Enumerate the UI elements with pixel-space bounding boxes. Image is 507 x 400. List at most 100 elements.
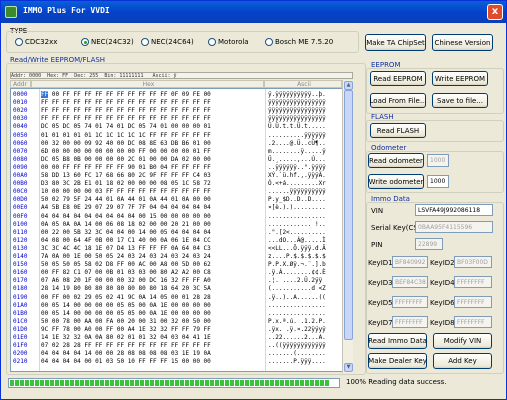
progress-segment (180, 380, 184, 386)
progress-segment (130, 380, 134, 386)
odometer-write-field[interactable]: 1000 (427, 175, 449, 188)
app-icon (5, 6, 17, 18)
progress-segment (10, 380, 14, 386)
write-odometer-button[interactable]: Write odometer (368, 174, 424, 189)
keyid2-field: BF03F00D (454, 256, 492, 268)
progress-segment (110, 380, 114, 386)
add-key-button[interactable]: Add Key (433, 353, 492, 369)
progress-segment (160, 380, 164, 386)
keyid7-label: KeyID7 (368, 319, 393, 327)
scroll-thumb[interactable] (344, 90, 353, 340)
write-eeprom-button[interactable]: Write EEPROM (432, 71, 488, 86)
save-to-file-button[interactable]: Save to file... (432, 93, 488, 108)
make-dealer-key-button[interactable]: Make Dealer Key (368, 353, 427, 369)
progress-segment (290, 380, 294, 386)
progress-segment (140, 380, 144, 386)
pin-field: 22899 (415, 238, 443, 250)
modify-vin-button[interactable]: Modify VIN (433, 333, 492, 349)
keyid3-label: KeyID3 (368, 279, 393, 287)
radio-nec-24c64[interactable]: NEC(24C64) (141, 38, 194, 46)
progress-segment (315, 380, 319, 386)
progress-segment (45, 380, 49, 386)
progress-segment (90, 380, 94, 386)
load-from-file-button[interactable]: Load From File... (370, 93, 427, 108)
progress-segment (310, 380, 314, 386)
pin-label: PIN (371, 241, 383, 249)
progress-segment (250, 380, 254, 386)
chinese-version-button[interactable]: Chinese Version (432, 34, 493, 51)
progress-segment (190, 380, 194, 386)
progress-segment (40, 380, 44, 386)
radio-cdc32xx[interactable]: CDC32xx (15, 38, 57, 46)
keyid1-field: BF840992 (392, 256, 428, 268)
progress-segment (70, 380, 74, 386)
progress-segment (20, 380, 24, 386)
hex-editor[interactable]: 0000 FF 00 FF FF FF FF FF FF FF FF FF FF … (10, 88, 353, 372)
progress-segment (35, 380, 39, 386)
progress-segment (255, 380, 259, 386)
selected-byte[interactable]: FF (41, 91, 49, 98)
cursor-info-bar: Addr: 0000 Hex: FF Dec: 255 Bin: 1111111… (10, 72, 353, 79)
progress-bar (8, 378, 340, 388)
progress-segment (50, 380, 54, 386)
progress-segment (215, 380, 219, 386)
addr-header: Addr (10, 80, 31, 88)
progress-segment (195, 380, 199, 386)
serial-key-field: 0BAA95F4115596 (415, 221, 493, 233)
progress-segment (235, 380, 239, 386)
progress-segment (270, 380, 274, 386)
scroll-down-arrow-icon[interactable]: ▼ (344, 363, 353, 372)
hex-row-bytes[interactable]: 04 04 04 04 00 01 03 50 10 FF FF FF 15 0… (41, 357, 264, 366)
keyid6-field: FFFFFFFF (454, 296, 492, 308)
progress-segment (230, 380, 234, 386)
make-ta-chipset-button[interactable]: Make TA ChipSet (365, 34, 426, 51)
progress-segment (285, 380, 289, 386)
progress-segment (125, 380, 129, 386)
progress-segment (65, 380, 69, 386)
progress-segment (145, 380, 149, 386)
progress-segment (25, 380, 29, 386)
read-flash-button[interactable]: Read FLASH (370, 123, 426, 138)
title-bar: IMMO Plus For VVDI x (1, 1, 506, 23)
progress-segment (150, 380, 154, 386)
ascii-header: Ascii (264, 80, 342, 88)
radio-nec-24c32[interactable]: NEC(24C32) (81, 38, 134, 46)
progress-segment (320, 380, 324, 386)
progress-segment (325, 380, 329, 386)
keyid6-label: KeyID6 (430, 299, 455, 307)
keyid1-label: KeyID1 (368, 259, 393, 267)
progress-segment (200, 380, 204, 386)
read-odometer-button[interactable]: Read odometer (368, 153, 424, 168)
scroll-up-arrow-icon[interactable]: ▲ (344, 81, 353, 90)
progress-segment (300, 380, 304, 386)
read-eeprom-button[interactable]: Read EEPROM (370, 71, 426, 86)
progress-segment (75, 380, 79, 386)
read-immo-data-button[interactable]: Read Immo Data (368, 333, 427, 349)
vertical-scrollbar[interactable]: ▲ ▼ (342, 80, 353, 373)
main-window: IMMO Plus For VVDI x TYPE CDC32xx NEC(24… (0, 0, 507, 400)
radio-motorola[interactable]: Motorola (208, 38, 249, 46)
odometer-read-field: 1000 (427, 154, 449, 167)
progress-segment (225, 380, 229, 386)
window-title: IMMO Plus For VVDI (23, 6, 110, 15)
keyid4-field: FFFFFFFF (454, 276, 492, 288)
radio-bosch[interactable]: Bosch ME 7.5.20 (265, 38, 333, 46)
progress-segment (185, 380, 189, 386)
keyid4-label: KeyID4 (430, 279, 455, 287)
progress-segment (265, 380, 269, 386)
close-button[interactable]: x (487, 4, 503, 20)
progress-segment (210, 380, 214, 386)
progress-segment (280, 380, 284, 386)
keyid8-field: FFFFFFFF (454, 316, 492, 328)
hex-row-ascii[interactable]: .......P.ÿÿÿ.... (268, 357, 346, 366)
vin-label: VIN (371, 207, 384, 215)
progress-segment (15, 380, 19, 386)
vin-field[interactable]: LSVFA49J992086118 (415, 204, 493, 216)
progress-segment (80, 380, 84, 386)
serial-key-label: Serial Key(CS) (371, 224, 421, 232)
progress-segment (220, 380, 224, 386)
progress-segment (165, 380, 169, 386)
progress-segment (170, 380, 174, 386)
hex-row-address: 0210 (13, 358, 28, 366)
keyid5-field: FFFFFFFF (392, 296, 428, 308)
